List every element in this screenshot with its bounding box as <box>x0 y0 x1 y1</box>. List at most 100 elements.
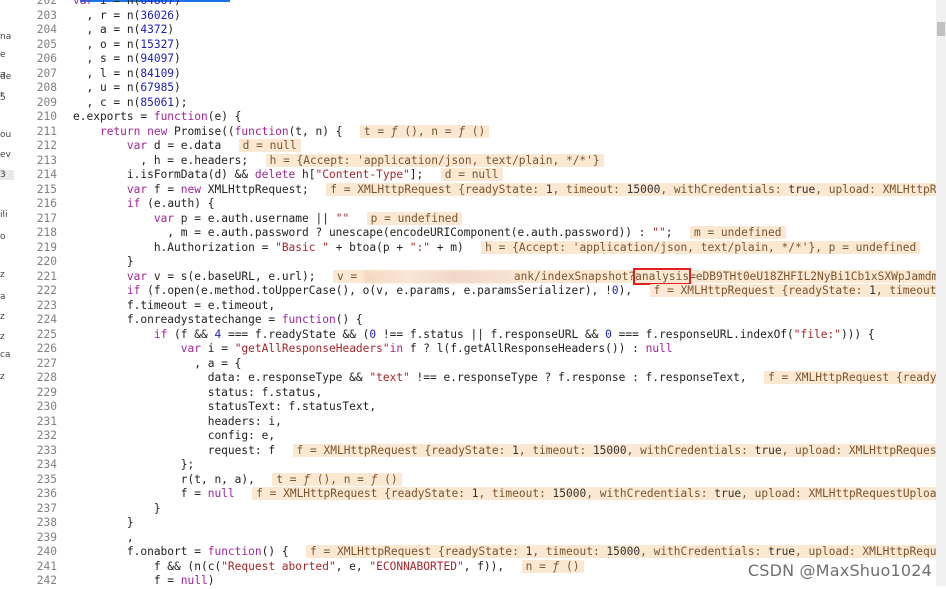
line-number[interactable]: 239 <box>7 531 57 546</box>
line-number[interactable]: 210 <box>7 110 57 125</box>
code-text: h.Authorization = "Basic " + btoa(p + ":… <box>73 240 921 256</box>
code-text: , o = n(15327) <box>73 37 181 51</box>
line-number[interactable]: 216 <box>7 197 57 212</box>
code-line: var i = "getAllResponseHeaders"in f ? l(… <box>64 342 936 357</box>
line-number[interactable]: 203 <box>7 9 57 24</box>
code-text: var f = new XMLHttpRequest; f = XMLHttpR… <box>73 182 936 198</box>
inline-debug-value[interactable]: f = XMLHttpRequest {readySta <box>764 371 936 384</box>
code-line: , c = n(85061); <box>64 96 936 111</box>
code-text: f.onreadystatechange = function() { <box>73 313 363 326</box>
inline-debug-value[interactable]: f = XMLHttpRequest {readyState: 1, timeo… <box>252 487 936 500</box>
code-line: , u = n(67985) <box>64 81 936 96</box>
code-line: , h = e.headers; h = {Accept: 'applicati… <box>64 153 936 169</box>
inline-debug-value[interactable]: t = ƒ (), n = ƒ () <box>359 124 490 138</box>
line-number[interactable]: 206 <box>7 52 57 67</box>
inline-debug-value[interactable]: n = ƒ () <box>521 559 584 573</box>
line-number[interactable]: 212 <box>7 139 57 154</box>
code-line: if (f && 4 === f.readyState && (0 !== f.… <box>64 328 936 343</box>
line-number[interactable]: 234 <box>7 458 57 473</box>
line-number[interactable]: 241 <box>7 560 57 575</box>
inline-debug-value[interactable]: f = XMLHttpRequest {readyState: 1, timeo… <box>326 182 936 196</box>
code-line: headers: i, <box>64 415 936 430</box>
line-number[interactable]: 223 <box>7 299 57 314</box>
line-number[interactable]: 218 <box>7 226 57 241</box>
line-number[interactable]: 230 <box>7 400 57 415</box>
code-line: statusText: f.statusText, <box>64 400 936 415</box>
watermark: CSDN @MaxShuo1024 <box>747 561 932 580</box>
code-text: headers: i, <box>73 414 282 428</box>
inline-debug-value[interactable]: d = null <box>238 139 301 152</box>
code-text: var p = e.auth.username || "" p = undefi… <box>73 211 463 227</box>
code-line: h.Authorization = "Basic " + btoa(p + ":… <box>64 240 936 256</box>
line-number[interactable]: 217 <box>7 212 57 227</box>
code-text: f.onabort = function() { f = XMLHttpRequ… <box>73 545 936 560</box>
code-line: , a = { <box>64 357 936 372</box>
line-number[interactable]: 215 <box>7 183 57 198</box>
line-number[interactable]: 214 <box>7 168 57 183</box>
code-text: , l = n(84109) <box>73 66 181 80</box>
line-number[interactable]: 238 <box>7 516 57 531</box>
code-line: var v = s(e.baseURL, e.url); v = ank/ind… <box>64 267 936 285</box>
inline-debug-value[interactable]: m = undefined <box>689 226 786 239</box>
inline-debug-value[interactable]: f = XMLHttpRequest {readyState: 1, timeo… <box>292 443 936 457</box>
line-number[interactable]: 229 <box>7 386 57 401</box>
redacted-url-segment <box>363 270 514 283</box>
code-line: request: f f = XMLHttpRequest {readyStat… <box>64 443 936 459</box>
code-text: r(t, n, a), t = ƒ (), n = ƒ () <box>73 472 402 488</box>
inline-debug-value[interactable]: f = XMLHttpRequest {readyState: 1, timeo… <box>306 545 936 558</box>
line-number[interactable]: 235 <box>7 473 57 488</box>
line-number[interactable]: 221 <box>7 270 57 285</box>
line-number[interactable]: 228 <box>7 371 57 386</box>
code-line: var p = e.auth.username || "" p = undefi… <box>64 211 936 227</box>
line-number[interactable]: 202 <box>7 0 57 9</box>
code-editor[interactable]: var i = n(64867) , r = n(36026) , a = n(… <box>64 0 936 586</box>
line-number[interactable]: 231 <box>7 415 57 430</box>
scrollbar-thumb[interactable] <box>937 22 945 36</box>
line-number[interactable]: 237 <box>7 502 57 517</box>
code-text: , u = n(67985) <box>73 81 181 94</box>
line-number[interactable]: 207 <box>7 67 57 82</box>
line-number[interactable]: 227 <box>7 357 57 372</box>
line-number[interactable]: 211 <box>7 125 57 140</box>
line-number[interactable]: 222 <box>7 284 57 299</box>
line-number[interactable]: 242 <box>7 574 57 589</box>
code-line: , l = n(84109) <box>64 67 936 82</box>
line-number[interactable]: 205 <box>7 38 57 53</box>
code-line: r(t, n, a), t = ƒ (), n = ƒ () <box>64 472 936 488</box>
code-text: status: f.status, <box>73 385 323 399</box>
line-number[interactable]: 236 <box>7 487 57 502</box>
inline-debug-value[interactable]: d = null <box>440 168 503 181</box>
inline-debug-value[interactable]: v = ank/indexSnapshot?analysis=eDB9THt0e… <box>332 267 936 285</box>
line-number[interactable]: 224 <box>7 313 57 328</box>
code-line: config: e, <box>64 429 936 444</box>
code-text: e.exports = function(e) { <box>73 110 242 123</box>
code-line: f = null f = XMLHttpRequest {readyState:… <box>64 487 936 502</box>
line-number[interactable]: 225 <box>7 328 57 343</box>
line-number[interactable]: 233 <box>7 444 57 459</box>
inline-debug-value[interactable]: f = XMLHttpRequest {readyState: 1, timeo… <box>649 284 936 297</box>
code-text: var v = s(e.baseURL, e.url); v = ank/ind… <box>73 267 936 285</box>
code-text: , a = { <box>73 356 242 370</box>
code-line: , <box>64 531 936 546</box>
inline-debug-value[interactable]: t = ƒ (), n = ƒ () <box>272 472 402 486</box>
inline-debug-value[interactable]: p = undefined <box>366 211 463 225</box>
vertical-scrollbar[interactable] <box>936 0 946 586</box>
highlighted-analysis-param: analysis <box>633 267 692 285</box>
line-number[interactable]: 204 <box>7 23 57 38</box>
code-text: var d = e.data d = null <box>73 139 301 154</box>
code-text: i.isFormData(d) && delete h["Content-Typ… <box>73 168 503 183</box>
inline-debug-value[interactable]: h = {Accept: 'application/json, text/pla… <box>265 153 604 167</box>
code-line: , o = n(15327) <box>64 38 936 53</box>
line-number[interactable]: 240 <box>7 545 57 560</box>
code-text: f.timeout = e.timeout, <box>73 298 276 312</box>
line-number[interactable]: 213 <box>7 154 57 169</box>
line-number[interactable]: 208 <box>7 81 57 96</box>
line-number[interactable]: 226 <box>7 342 57 357</box>
line-number[interactable]: 232 <box>7 429 57 444</box>
code-line: , m = e.auth.password ? unescape(encodeU… <box>64 226 936 241</box>
inline-debug-value[interactable]: h = {Accept: 'application/json, text/pla… <box>481 240 921 254</box>
line-number[interactable]: 220 <box>7 255 57 270</box>
line-number[interactable]: 219 <box>7 241 57 256</box>
line-number[interactable]: 209 <box>7 96 57 111</box>
code-line: e.exports = function(e) { <box>64 110 936 125</box>
